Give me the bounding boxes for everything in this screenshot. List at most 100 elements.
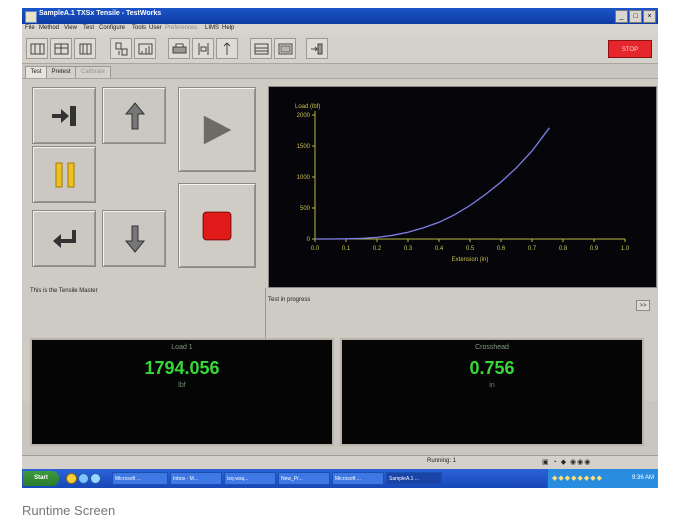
y-tick-label: 0 (307, 237, 311, 243)
method-icon (30, 43, 45, 55)
x-tick-label: 0.4 (435, 246, 444, 252)
menu-file[interactable]: File (25, 25, 35, 31)
status-bar: Running: 1 ▣ ◔ ◆ ◉◉◉ (22, 455, 658, 469)
crosshead-readout-unit: in (489, 382, 495, 389)
x-tick-label: 0.3 (404, 246, 413, 252)
close-button[interactable]: × (643, 10, 656, 23)
exit-button[interactable] (306, 38, 328, 59)
jog-down-icon (124, 225, 146, 253)
title-bar: SampleA.1 TXSx Tensile - TestWorks _ □ × (22, 8, 658, 24)
load-readout: Load 1 1794.056 lbf (30, 338, 334, 446)
crosshead-icon (223, 42, 231, 55)
load-extension-plot: Load (lbf) Extension (in) 2000 1500 1000 500 0… (268, 86, 657, 288)
y-tick-label: 500 (300, 206, 311, 212)
menu-configure[interactable]: Configure (99, 25, 125, 31)
tab-calibrate[interactable]: Calibrate (75, 66, 111, 78)
monitor-button[interactable] (250, 38, 272, 59)
load-readout-unit: lbf (178, 382, 186, 389)
running-status: Running: 1 (427, 458, 457, 464)
quick-launch-icon[interactable] (66, 473, 77, 484)
maximize-button[interactable]: □ (629, 10, 642, 23)
print-button[interactable] (168, 38, 190, 59)
monitor-icon (254, 43, 269, 55)
run-test-icon (203, 115, 232, 145)
crosshead-readout: Crosshead 0.756 in (340, 338, 644, 446)
menu-preferences[interactable]: Preferences (165, 25, 197, 31)
x-tick-label: 0.1 (342, 246, 351, 252)
stop-test-button[interactable] (178, 183, 256, 268)
crosshead-readout-value: 0.756 (469, 358, 515, 378)
x-tick-label: 0.8 (559, 246, 568, 252)
run-test-button[interactable] (178, 87, 256, 172)
tab-pretest[interactable]: Pretest (46, 66, 76, 78)
y-tick-label: 2000 (297, 113, 311, 119)
print-icon (172, 43, 187, 54)
jog-up-button[interactable] (102, 87, 166, 144)
x-tick-label: 0.9 (590, 246, 599, 252)
taskbar-item[interactable]: Microsoft ... (112, 472, 168, 485)
results-button[interactable] (134, 38, 156, 59)
tab-strip: Test Pretest Calibrate (22, 66, 658, 79)
return-button[interactable] (32, 210, 96, 267)
specimen-button[interactable] (74, 38, 96, 59)
system-tray: ◆◆◆◆◆◆◆◆ 9:36 AM (547, 469, 658, 488)
results-icon (138, 43, 153, 55)
menu-tools[interactable]: Tools (132, 25, 146, 31)
y-tick-label: 1500 (297, 144, 311, 150)
stop-test-icon (202, 211, 232, 241)
menu-lims[interactable]: LIMS (205, 25, 219, 31)
taskbar-item-active[interactable]: SampleA.1 ... (386, 472, 442, 485)
return-icon (53, 230, 76, 248)
x-tick-label: 0.6 (497, 246, 506, 252)
toolbar: STOP (22, 35, 658, 64)
load-readout-value: 1794.056 (144, 358, 220, 378)
menu-help[interactable]: Help (222, 25, 234, 31)
exit-icon (311, 43, 323, 55)
load-readout-label: Load 1 (171, 344, 193, 351)
panel-divider (265, 288, 266, 338)
x-tick-label: 1.0 (621, 246, 630, 252)
taskbar: Start Microsoft ... Inbox - M... tzq-wsq… (22, 469, 658, 488)
emergency-stop-button[interactable]: STOP (608, 40, 652, 58)
load-specimen-button[interactable] (32, 87, 96, 144)
menu-view[interactable]: View (64, 25, 77, 31)
menu-user[interactable]: User (149, 25, 162, 31)
report-button[interactable] (110, 38, 132, 59)
taskbar-item[interactable]: New_Pr... (278, 472, 330, 485)
tray-icons[interactable]: ◆◆◆◆◆◆◆◆ (552, 474, 603, 482)
taskbar-item[interactable]: Inbox - M... (170, 472, 222, 485)
x-tick-label: 0.7 (528, 246, 537, 252)
expand-messages-button[interactable]: >> (636, 300, 650, 311)
explorer-icon[interactable] (90, 473, 101, 484)
specimen-icon (79, 43, 92, 55)
crosshead-button[interactable] (216, 38, 238, 59)
pause-button[interactable] (32, 146, 96, 203)
taskbar-item[interactable]: Microsoft ... (332, 472, 384, 485)
plot-canvas: Load (lbf) Extension (in) 2000 1500 1000 500 0… (295, 104, 630, 263)
display-icon (278, 43, 293, 55)
x-tick-label: 0.2 (373, 246, 382, 252)
screenshot-frame: SampleA.1 TXSx Tensile - TestWorks _ □ ×… (22, 8, 658, 488)
browser-icon[interactable] (78, 473, 89, 484)
menu-bar: File Method View Test Configure Tools Us… (22, 24, 658, 35)
window-title: SampleA.1 TXSx Tensile - TestWorks (39, 10, 162, 17)
figure-caption: Runtime Screen (22, 503, 116, 518)
load-curve (315, 127, 550, 240)
clock: 9:36 AM (631, 475, 654, 481)
menu-method[interactable]: Method (39, 25, 59, 31)
minimize-button[interactable]: _ (615, 10, 628, 23)
jog-down-button[interactable] (102, 210, 166, 267)
taskbar-item[interactable]: tzq-wsq... (224, 472, 276, 485)
sample-button[interactable] (50, 38, 72, 59)
calibrate-icon (198, 43, 209, 55)
window-controls: _ □ × (615, 10, 656, 23)
app-icon (25, 11, 37, 23)
display-button[interactable] (274, 38, 296, 59)
calibrate-button[interactable] (192, 38, 214, 59)
start-button[interactable]: Start (23, 471, 59, 486)
sample-icon (54, 43, 69, 55)
menu-test[interactable]: Test (83, 25, 94, 31)
crosshead-readout-label: Crosshead (475, 344, 509, 351)
method-button[interactable] (26, 38, 48, 59)
x-tick-label: 0.0 (311, 246, 320, 252)
